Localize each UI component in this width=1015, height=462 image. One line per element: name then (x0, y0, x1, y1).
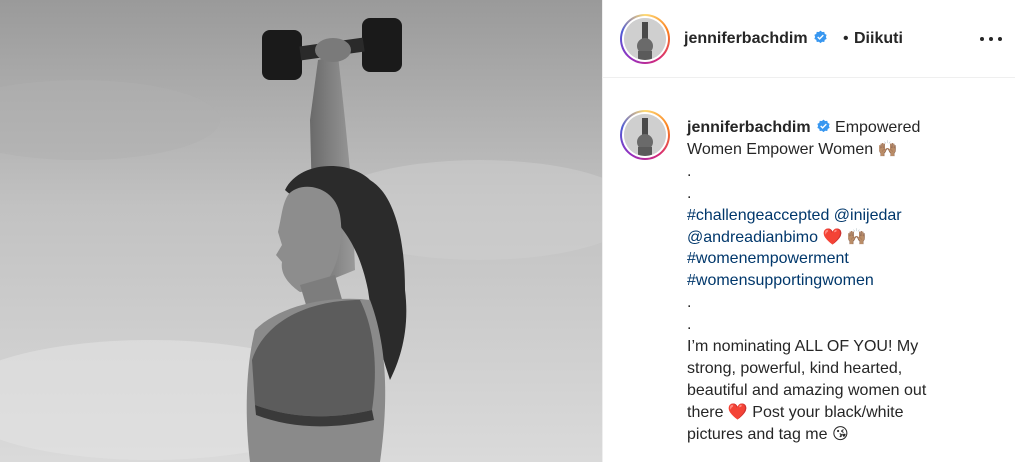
caption-line: Post your black/white (752, 403, 904, 421)
mention-link[interactable]: @andreadianbimo (687, 229, 818, 246)
caption-username[interactable]: jenniferbachdim (687, 119, 811, 136)
separator-dot: • (843, 30, 849, 47)
caption-dot: . (687, 294, 692, 312)
caption-dot: . (687, 162, 692, 180)
caption-line: I’m nominating ALL OF YOU! My (687, 338, 919, 356)
caption-line: pictures and tag me (687, 425, 828, 443)
raised-hands-emoji-icon: 🙌🏽 (846, 228, 867, 246)
post-header: jenniferbachdim • Diikuti (603, 0, 1015, 78)
hashtag-link[interactable]: #challengeaccepted (687, 207, 829, 224)
caption-dot: . (687, 316, 692, 334)
more-horizontal-icon[interactable] (980, 34, 1002, 44)
caption-avatar[interactable] (620, 110, 670, 160)
caption-line: strong, powerful, kind hearted, (687, 359, 903, 377)
caption-dot: . (687, 184, 692, 202)
caption-line: beautiful and amazing women out (687, 381, 927, 399)
avatar-image (624, 114, 666, 156)
post-photo-image (0, 0, 602, 462)
heart-emoji-icon: ❤️ (822, 228, 843, 246)
caption-line: Women Empower Women (687, 140, 874, 158)
heart-emoji-icon: ❤️ (727, 403, 748, 421)
verified-badge-icon (813, 30, 827, 44)
mention-link[interactable]: @inijedar (834, 207, 902, 224)
verified-badge-icon (816, 119, 830, 133)
caption-text: jenniferbachdim Empowered Women Empower … (687, 117, 982, 446)
avatar[interactable] (620, 14, 670, 64)
post-username[interactable]: jenniferbachdim (684, 30, 828, 48)
kissing-face-emoji-icon: 😘 (831, 425, 849, 443)
post-photo[interactable] (0, 0, 602, 462)
hashtag-link[interactable]: #womensupportingwomen (687, 272, 874, 289)
following-button[interactable]: Diikuti (854, 30, 903, 48)
post-detail-panel: jenniferbachdim • Diikuti jenniferbachdi… (602, 0, 1015, 462)
raised-hands-emoji-icon: 🙌🏽 (877, 140, 898, 158)
username-text[interactable]: jenniferbachdim (684, 30, 808, 47)
caption-line: there (687, 403, 724, 421)
caption-line: Empowered (835, 119, 921, 136)
hashtag-link[interactable]: #womenempowerment (687, 250, 849, 267)
avatar-image (624, 18, 666, 60)
